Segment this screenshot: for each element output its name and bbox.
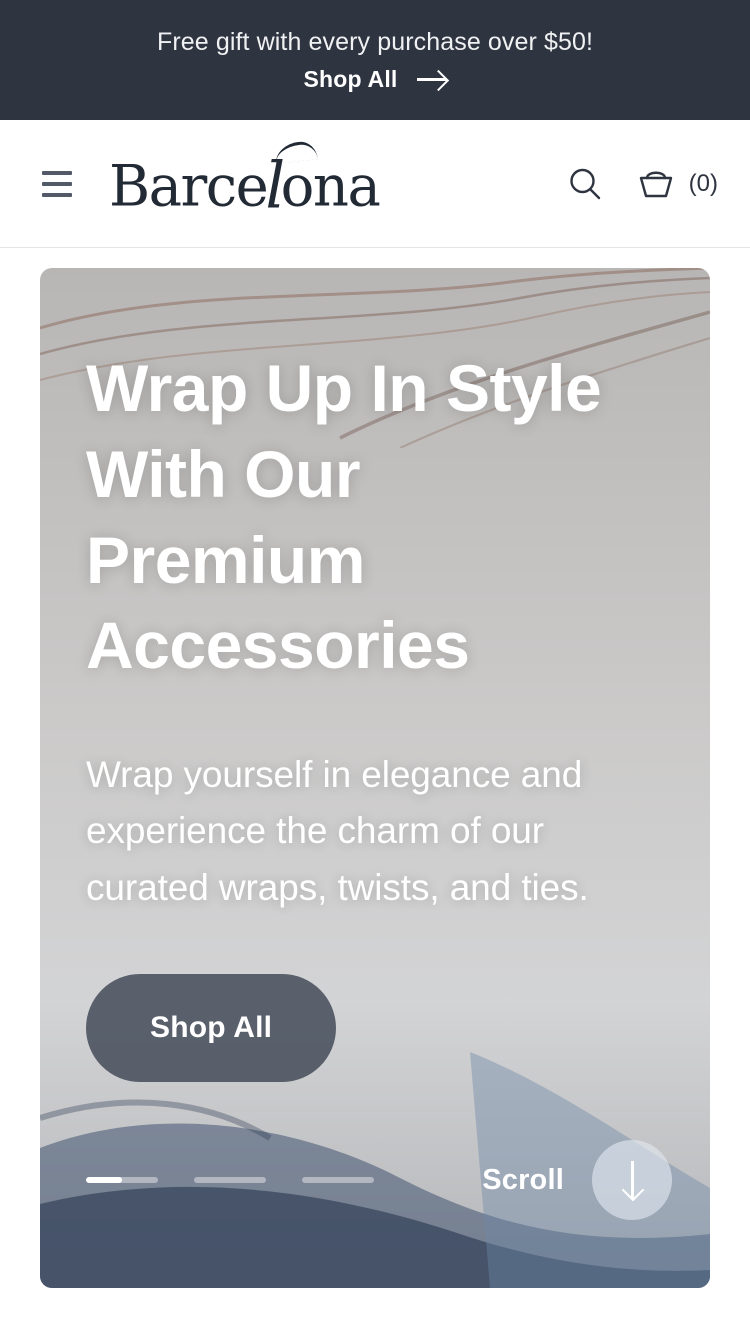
scroll-circle (592, 1140, 672, 1220)
scroll-label: Scroll (482, 1163, 564, 1196)
cart-count: (0) (688, 169, 718, 197)
site-logo[interactable]: Barcelona (109, 147, 381, 223)
carousel-progress-bars (86, 1177, 374, 1183)
logo-suffix: ona (280, 152, 381, 220)
hamburger-bar-3 (42, 192, 72, 197)
logo-swash-letter: l (265, 147, 285, 223)
hero-image: Wrap Up In Style With Our Premium Access… (40, 268, 710, 1288)
announcement-shop-all-link[interactable]: Shop All (303, 65, 447, 92)
announcement-bar: Free gift with every purchase over $50! … (0, 0, 750, 120)
scroll-down-button[interactable]: Scroll (482, 1140, 672, 1220)
announcement-shop-all-label: Shop All (303, 65, 398, 92)
arrow-down-icon (623, 1161, 641, 1199)
logo-prefix: Barce (109, 152, 269, 220)
hero-footer-controls: Scroll (86, 1140, 672, 1220)
hamburger-menu-icon[interactable] (38, 169, 76, 199)
search-icon[interactable] (566, 165, 604, 203)
carousel-progress-bar-2[interactable] (194, 1177, 266, 1183)
hero-content: Wrap Up In Style With Our Premium Access… (40, 268, 710, 1288)
hero-title: Wrap Up In Style With Our Premium Access… (86, 351, 602, 683)
site-header: Barcelona (0) (0, 120, 750, 248)
arrow-right-icon (416, 70, 447, 88)
hero-section: Wrap Up In Style With Our Premium Access… (0, 248, 750, 1334)
carousel-progress-bar-3[interactable] (302, 1177, 374, 1183)
header-actions: (0) (566, 165, 718, 203)
hamburger-bar-1 (42, 170, 72, 175)
announcement-text: Free gift with every purchase over $50! (156, 27, 594, 56)
shopping-basket-icon (636, 165, 676, 203)
hero-shop-all-button[interactable]: Shop All (86, 973, 337, 1082)
hamburger-bar-2 (42, 181, 72, 186)
carousel-progress-bar-1[interactable] (86, 1177, 158, 1183)
hero-subtitle: Wrap yourself in elegance and experience… (86, 754, 589, 908)
carousel-progress-fill-1 (86, 1177, 122, 1183)
cart-button[interactable]: (0) (636, 165, 718, 203)
